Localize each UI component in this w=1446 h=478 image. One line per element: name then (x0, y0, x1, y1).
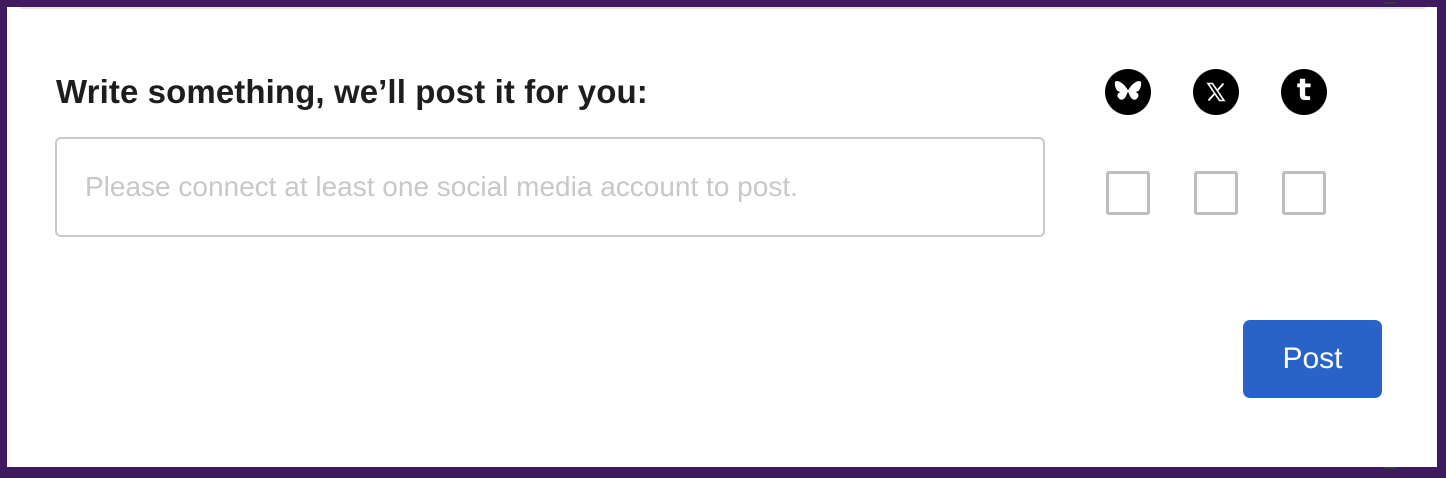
x-logo-icon (1193, 69, 1239, 115)
post-button[interactable]: Post (1243, 320, 1382, 398)
tumblr-checkbox[interactable] (1282, 171, 1326, 215)
x-checkbox[interactable] (1194, 171, 1238, 215)
post-text-input[interactable] (55, 137, 1045, 237)
bluesky-checkbox[interactable] (1106, 171, 1150, 215)
corner-mark-bottom (1384, 467, 1396, 469)
tumblr-t-icon: t (1281, 69, 1327, 115)
composer-prompt: Write something, we’ll post it for you: (56, 73, 648, 110)
bluesky-butterfly-icon (1105, 69, 1151, 115)
top-divider (20, 7, 1425, 9)
corner-mark-top (1384, 2, 1396, 4)
post-composer-panel: Write something, we’ll post it for you: … (7, 7, 1437, 467)
